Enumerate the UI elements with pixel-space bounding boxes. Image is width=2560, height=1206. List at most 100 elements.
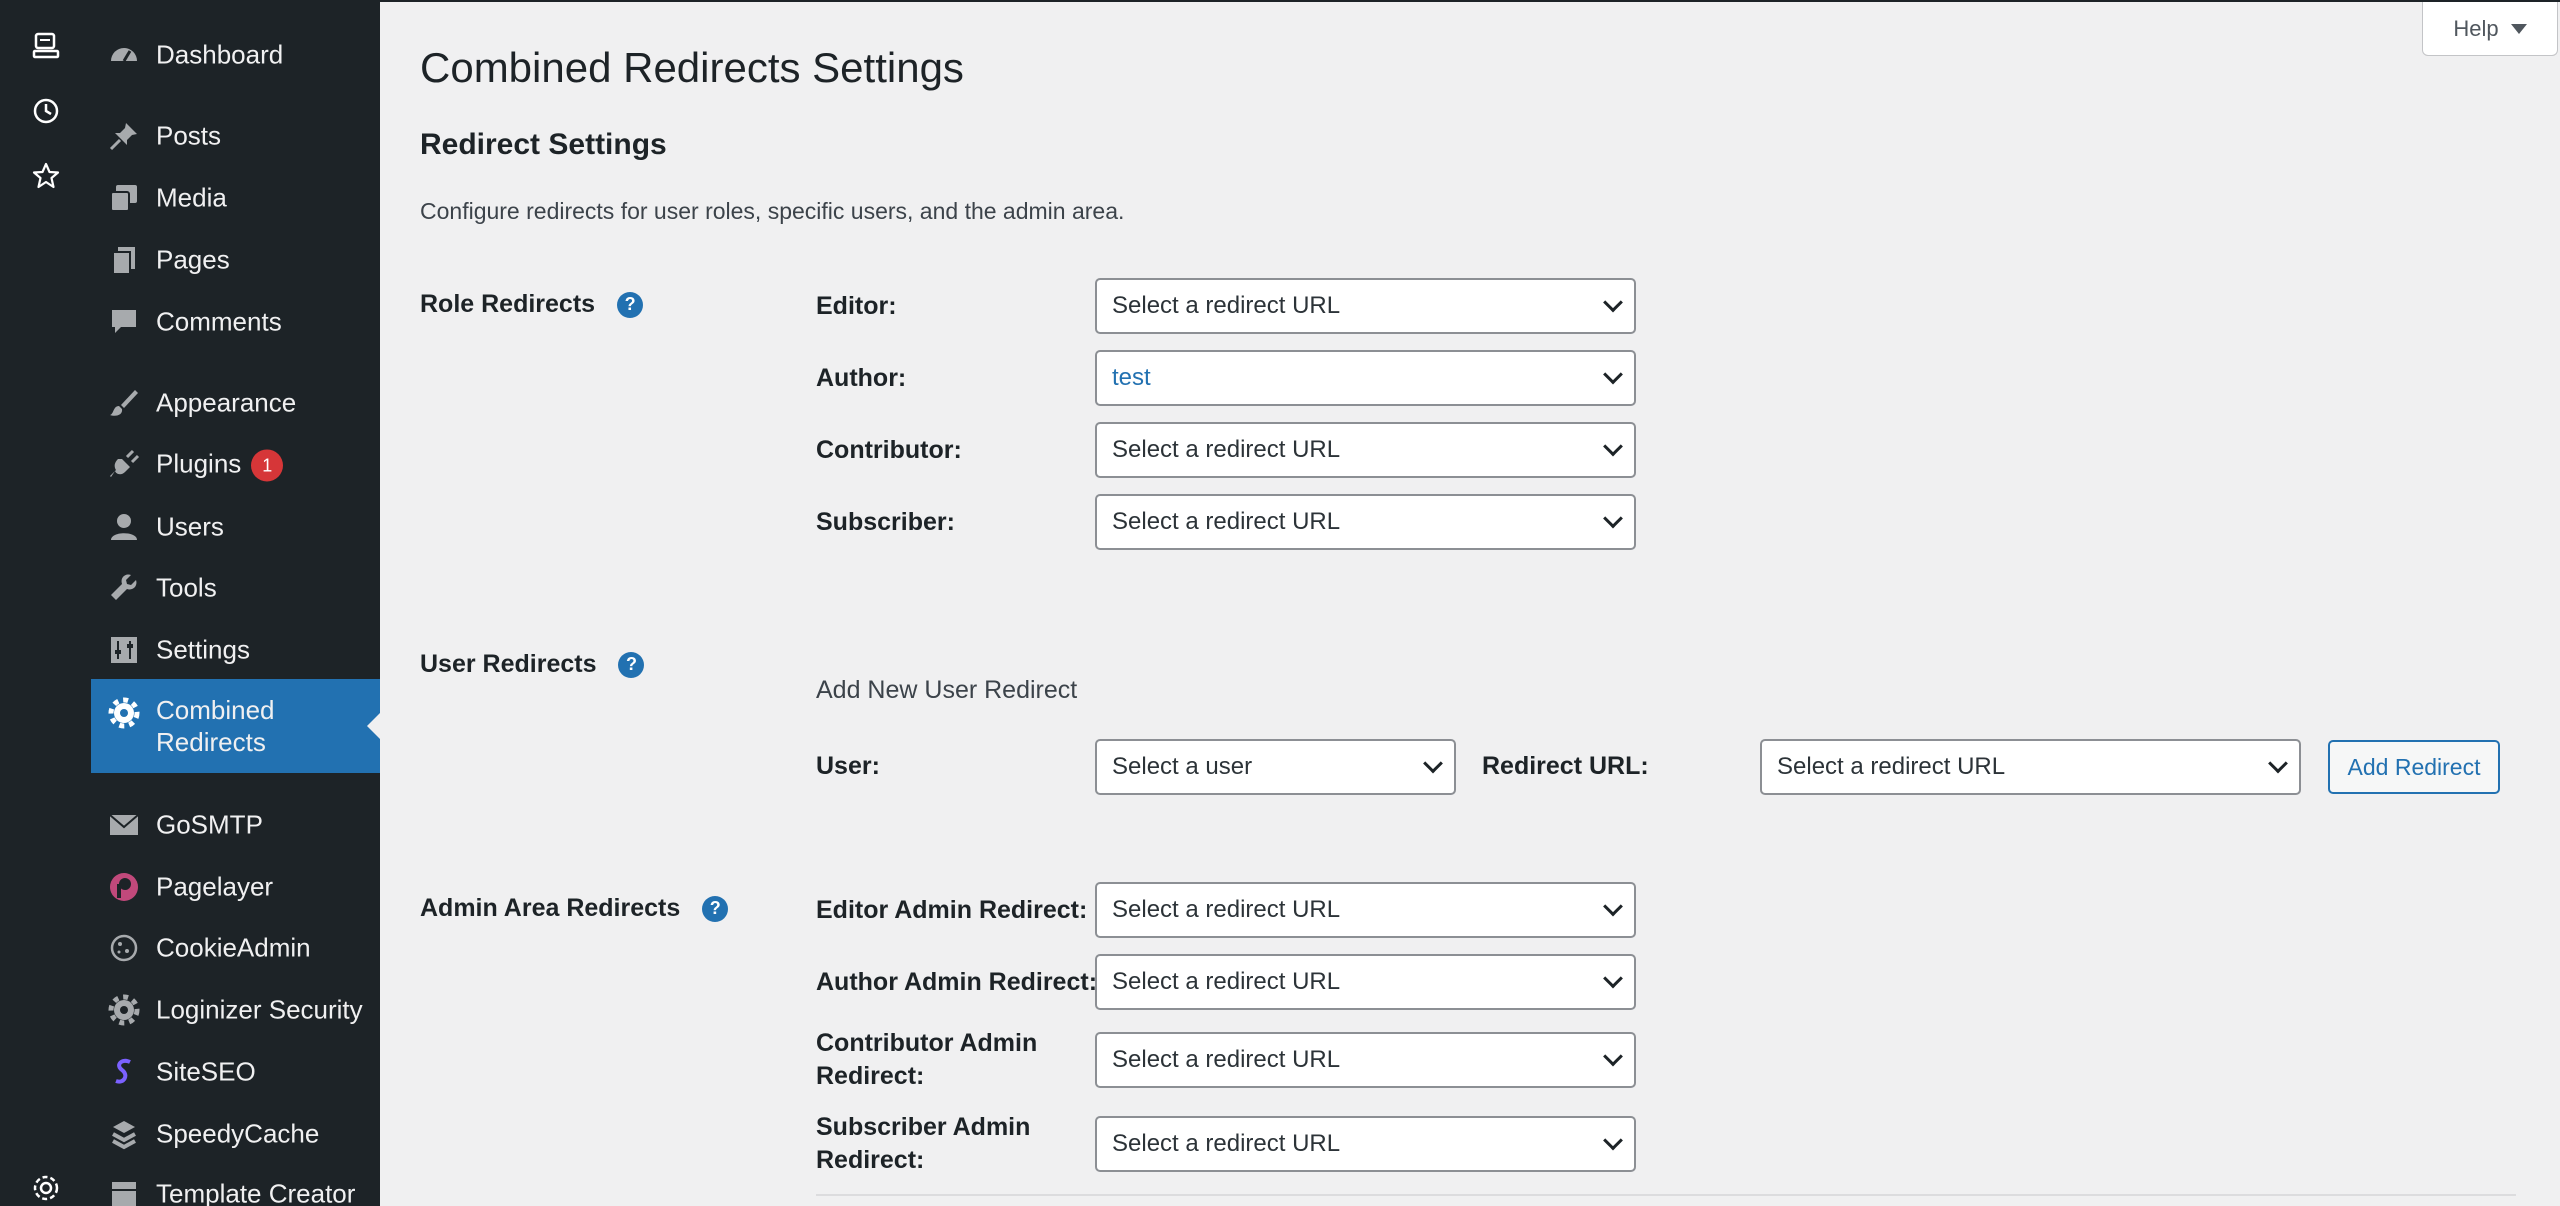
star-icon[interactable] bbox=[28, 158, 64, 194]
monitor-icon[interactable] bbox=[28, 28, 64, 64]
menu-item-loginizer-security[interactable]: Loginizer Security bbox=[91, 982, 380, 1038]
admin-redirects-title: Admin Area Redirects bbox=[420, 894, 681, 922]
select-value: Select a redirect URL bbox=[1112, 436, 1341, 463]
menu-label-text: Plugins bbox=[156, 448, 242, 479]
add-redirect-button[interactable]: Add Redirect bbox=[2328, 740, 2500, 794]
menu-item-appearance[interactable]: Appearance bbox=[91, 375, 380, 431]
subscriber-role-label: Subscriber: bbox=[816, 508, 955, 536]
contributor-role-select[interactable]: Select a redirect URL bbox=[1095, 422, 1636, 478]
author-admin-label: Author Admin Redirect: bbox=[816, 968, 1098, 996]
icon-rail bbox=[0, 0, 91, 1206]
help-question-icon[interactable]: ? bbox=[617, 291, 644, 318]
chevron-down-icon bbox=[1603, 364, 1623, 385]
role-redirects-heading: Role Redirects ? bbox=[420, 290, 644, 319]
menu-item-gosmtp[interactable]: GoSMTP bbox=[91, 797, 380, 853]
user-label: User: bbox=[816, 752, 880, 780]
menu-item-combined-redirects[interactable]: Combined Redirects bbox=[91, 679, 381, 773]
contributor-admin-select[interactable]: Select a redirect URL bbox=[1095, 1032, 1636, 1088]
chevron-down-icon bbox=[2268, 753, 2288, 774]
brush-icon bbox=[107, 386, 141, 420]
menu-label: SpeedyCache bbox=[156, 1118, 320, 1149]
help-label: Help bbox=[2453, 15, 2499, 41]
subscriber-role-select[interactable]: Select a redirect URL bbox=[1095, 494, 1636, 550]
menu-item-posts[interactable]: Posts bbox=[91, 108, 380, 164]
menu-label: Settings bbox=[156, 634, 250, 665]
media-icon bbox=[107, 181, 141, 215]
menu-label: Plugins 1 bbox=[156, 448, 284, 482]
select-value: Select a redirect URL bbox=[1112, 968, 1341, 995]
template-icon bbox=[107, 1177, 141, 1206]
menu-item-siteseo[interactable]: SiteSEO bbox=[91, 1044, 380, 1100]
subscriber-admin-select[interactable]: Select a redirect URL bbox=[1095, 1116, 1636, 1172]
help-tab-button[interactable]: Help bbox=[2422, 2, 2558, 56]
sliders-icon bbox=[107, 633, 141, 667]
menu-item-plugins[interactable]: Plugins 1 bbox=[91, 437, 380, 493]
editor-role-select[interactable]: Select a redirect URL bbox=[1095, 278, 1636, 334]
editor-admin-label: Editor Admin Redirect: bbox=[816, 896, 1088, 924]
gear-icon bbox=[107, 696, 141, 730]
gear-icon[interactable] bbox=[28, 1170, 64, 1206]
select-value: test bbox=[1112, 364, 1151, 391]
menu-item-tools[interactable]: Tools bbox=[91, 560, 380, 616]
select-value: Select a redirect URL bbox=[1112, 508, 1341, 535]
current-item-arrow bbox=[367, 712, 381, 740]
menu-item-pagelayer[interactable]: Pagelayer bbox=[91, 859, 380, 915]
chevron-down-icon bbox=[1603, 508, 1623, 529]
wrench-icon bbox=[107, 571, 141, 605]
select-value: Select a user bbox=[1112, 753, 1253, 780]
menu-label: GoSMTP bbox=[156, 809, 263, 840]
menu-item-users[interactable]: Users bbox=[91, 499, 380, 555]
author-admin-select[interactable]: Select a redirect URL bbox=[1095, 954, 1636, 1010]
menu-item-pages[interactable]: Pages bbox=[91, 232, 380, 288]
author-role-select[interactable]: test bbox=[1095, 350, 1636, 406]
user-icon bbox=[107, 510, 141, 544]
help-question-icon[interactable]: ? bbox=[618, 651, 645, 678]
user-redirect-url-select[interactable]: Select a redirect URL bbox=[1760, 739, 2301, 795]
caret-down-icon bbox=[2510, 23, 2527, 34]
menu-item-dashboard[interactable]: Dashboard bbox=[91, 27, 380, 83]
dashboard-icon bbox=[107, 38, 141, 72]
editor-admin-select[interactable]: Select a redirect URL bbox=[1095, 882, 1636, 938]
chevron-down-icon bbox=[1603, 436, 1623, 457]
menu-label: SiteSEO bbox=[156, 1056, 256, 1087]
contributor-admin-label: Contributor Admin Redirect: bbox=[816, 1029, 1038, 1090]
user-redirects-title: User Redirects bbox=[420, 650, 597, 678]
menu-label: Dashboard bbox=[156, 39, 284, 70]
user-select[interactable]: Select a user bbox=[1095, 739, 1456, 795]
chevron-down-icon bbox=[1603, 292, 1623, 313]
speedycache-icon bbox=[107, 1117, 141, 1151]
select-value: Select a redirect URL bbox=[1777, 753, 2006, 780]
menu-label: Loginizer Security bbox=[156, 994, 363, 1025]
user-redirects-heading: User Redirects ? bbox=[420, 650, 645, 679]
comment-icon bbox=[107, 305, 141, 339]
menu-label: Media bbox=[156, 182, 227, 213]
section-divider bbox=[816, 1194, 2516, 1196]
add-user-redirect-subheading: Add New User Redirect bbox=[816, 676, 1078, 704]
page-description: Configure redirects for user roles, spec… bbox=[420, 198, 1125, 224]
menu-item-speedycache[interactable]: SpeedyCache bbox=[91, 1106, 380, 1162]
menu-item-template-creator[interactable]: Template Creator bbox=[91, 1166, 380, 1206]
pin-icon bbox=[107, 119, 141, 153]
chevron-down-icon bbox=[1423, 753, 1443, 774]
menu-label: Combined Redirects bbox=[156, 695, 275, 757]
redirect-url-label: Redirect URL: bbox=[1482, 752, 1649, 780]
menu-label: CookieAdmin bbox=[156, 932, 311, 963]
menu-label: Comments bbox=[156, 306, 282, 337]
plug-icon bbox=[107, 448, 141, 482]
envelope-icon bbox=[107, 808, 141, 842]
help-question-icon[interactable]: ? bbox=[702, 895, 729, 922]
pages-icon bbox=[107, 243, 141, 277]
menu-item-media[interactable]: Media bbox=[91, 170, 380, 226]
pagelayer-icon bbox=[107, 870, 141, 904]
menu-label: Appearance bbox=[156, 387, 297, 418]
menu-item-settings[interactable]: Settings bbox=[91, 622, 380, 678]
menu-label: Pagelayer bbox=[156, 871, 274, 902]
admin-menu: Dashboard Posts Media Pages Comments App… bbox=[91, 0, 381, 1206]
select-value: Select a redirect URL bbox=[1112, 1046, 1341, 1073]
clock-icon[interactable] bbox=[28, 93, 64, 129]
menu-item-comments[interactable]: Comments bbox=[91, 294, 380, 350]
menu-label: Tools bbox=[156, 572, 217, 603]
cookie-icon bbox=[107, 931, 141, 965]
menu-item-cookieadmin[interactable]: CookieAdmin bbox=[91, 920, 380, 976]
subscriber-admin-label: Subscriber Admin Redirect: bbox=[816, 1113, 1031, 1174]
